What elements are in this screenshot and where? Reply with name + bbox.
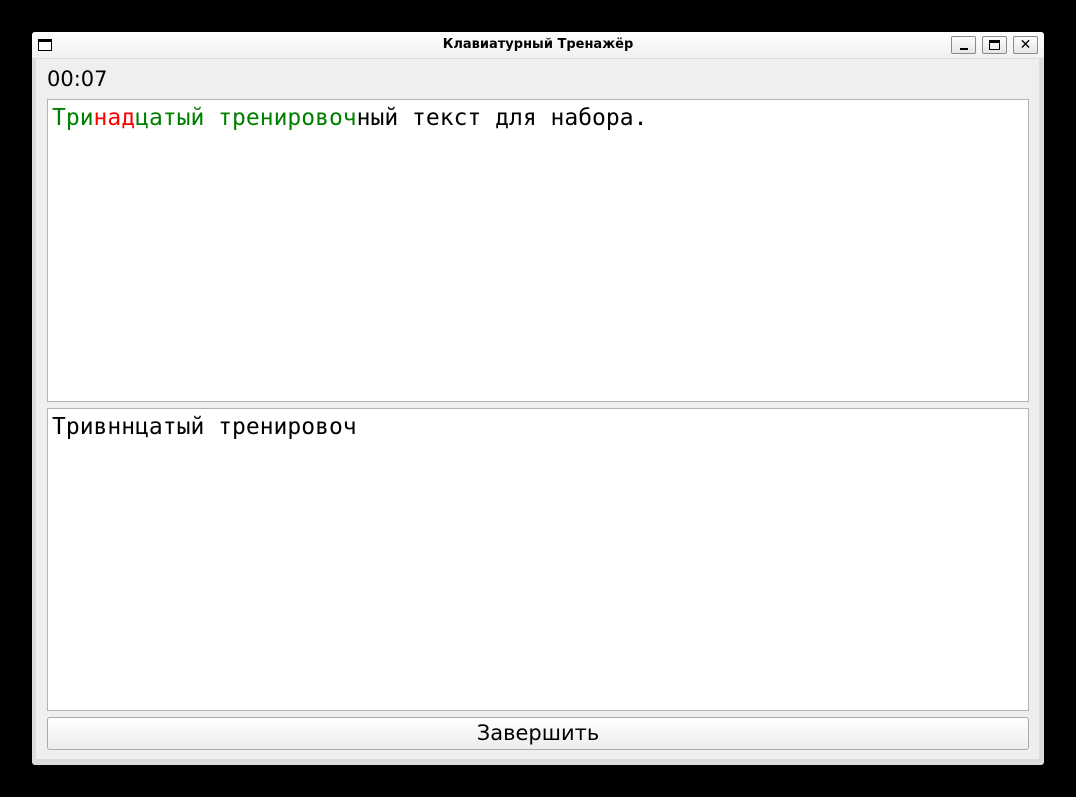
close-icon: ✕ [1019,37,1032,53]
typing-input-area[interactable]: Тривннцатый тренировоч [47,408,1029,711]
window-title: Клавиатурный Тренажёр [442,37,634,52]
title-bar[interactable]: Клавиатурный Тренажёр ✕ [32,32,1044,58]
minimize-button[interactable] [951,36,976,54]
source-segment-correct: цатый тренировоч [135,105,357,131]
typed-text: Тривннцатый тренировоч [52,414,357,440]
main-content: 00:07 Тринадцатый тренировочный текст дл… [36,59,1039,759]
maximize-button[interactable] [982,36,1007,54]
maximize-icon [989,40,1000,50]
source-text-panel: Тринадцатый тренировочный текст для набо… [47,99,1029,402]
source-segment-pending: ный текст для набора. [356,105,648,131]
close-button[interactable]: ✕ [1013,36,1038,54]
app-window: Клавиатурный Тренажёр ✕ 00:07 Тринадцаты… [32,32,1044,765]
finish-button[interactable]: Завершить [47,717,1029,750]
source-segment-wrong: над [93,105,136,131]
source-segment-correct: Три [52,105,94,131]
timer-label: 00:07 [47,67,108,91]
minimize-icon [960,48,968,50]
